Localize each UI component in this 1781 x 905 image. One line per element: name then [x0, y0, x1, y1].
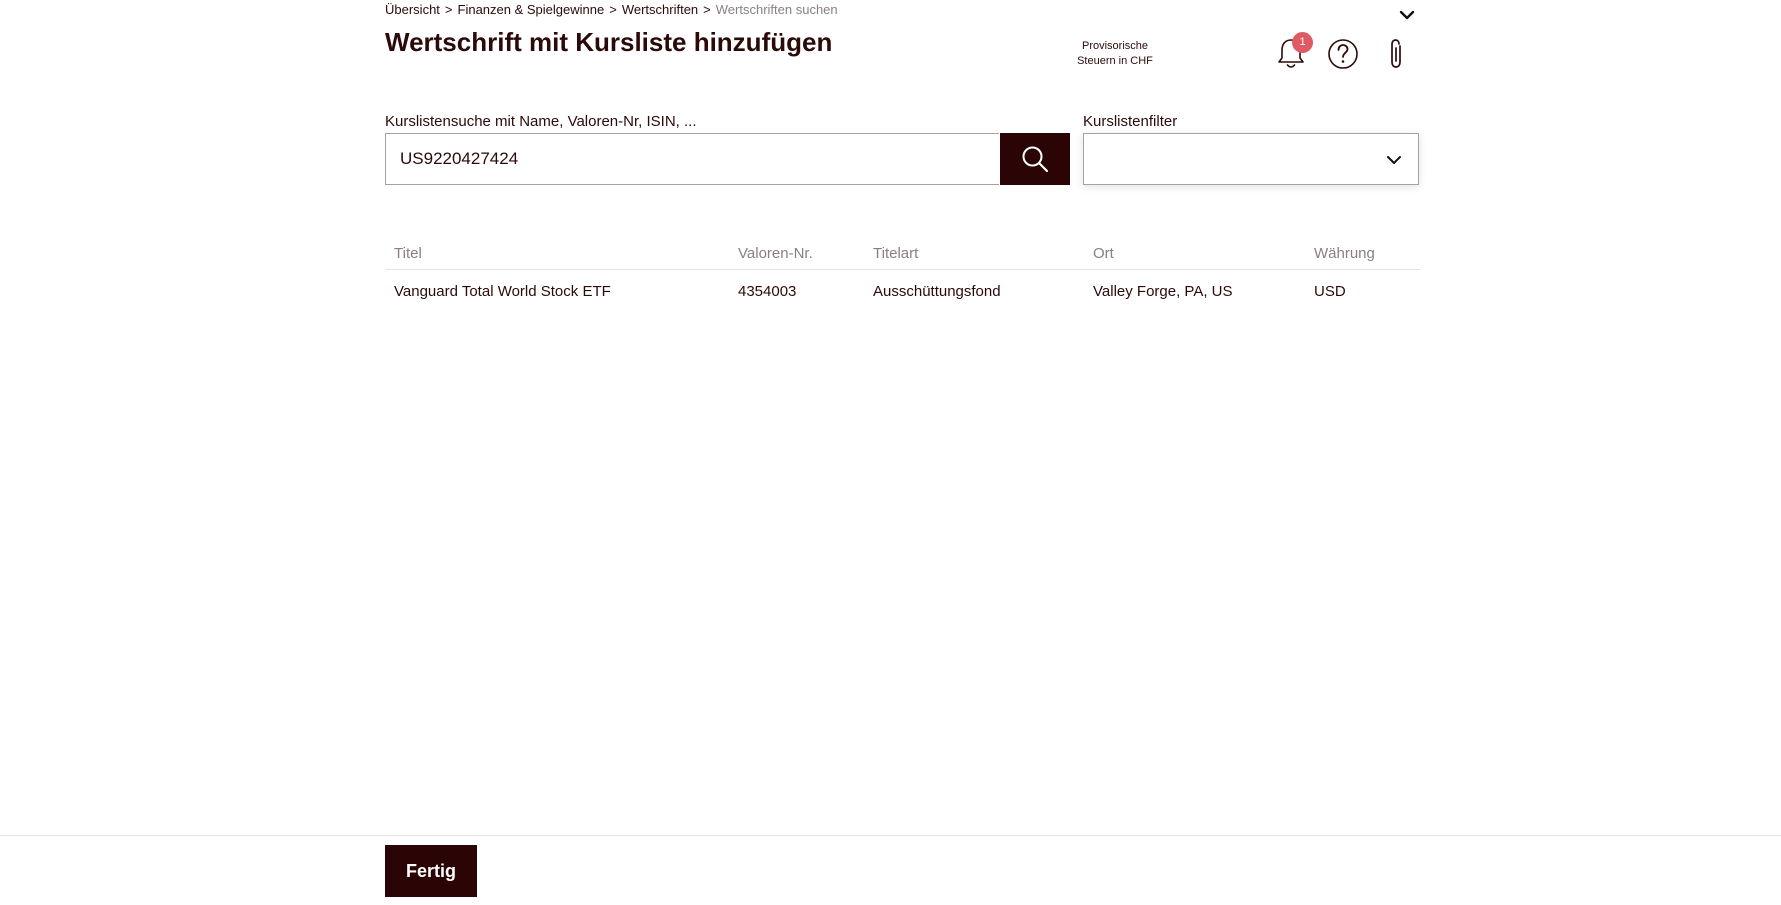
kursliste-filter-select[interactable] — [1083, 133, 1419, 185]
done-button[interactable]: Fertig — [385, 845, 477, 897]
paperclip-icon — [1391, 39, 1401, 68]
chevron-down-icon — [1387, 156, 1401, 164]
column-header-ort[interactable]: Ort — [1093, 245, 1114, 262]
provisional-tax-note[interactable]: Provisorische Steuern in CHF — [1060, 39, 1170, 69]
cell-waehrung: USD — [1314, 283, 1346, 300]
column-header-valoren-nr[interactable]: Valoren-Nr. — [738, 245, 813, 262]
tax-note-line2: Steuern in CHF — [1077, 55, 1153, 67]
cell-valoren-nr: 4354003 — [738, 283, 797, 300]
cell-titel: Vanguard Total World Stock ETF — [394, 283, 611, 300]
column-header-titel[interactable]: Titel — [394, 245, 422, 262]
help-button[interactable] — [1326, 36, 1360, 72]
breadcrumb-item-uebersicht[interactable]: Übersicht — [385, 2, 440, 17]
help-icon — [1328, 39, 1358, 69]
search-label: Kurslistensuche mit Name, Valoren-Nr, IS… — [385, 113, 697, 130]
attachments-button[interactable] — [1380, 36, 1414, 72]
filter-label: Kurslistenfilter — [1083, 113, 1178, 130]
search-button[interactable] — [1000, 133, 1070, 185]
breadcrumb-item-finanzen[interactable]: Finanzen & Spielgewinne — [458, 2, 605, 17]
breadcrumb-separator: > — [609, 2, 617, 17]
breadcrumb-item-wertschriften[interactable]: Wertschriften — [622, 2, 698, 17]
column-header-waehrung[interactable]: Währung — [1314, 245, 1375, 262]
notification-badge: 1 — [1292, 32, 1313, 53]
page-title: Wertschrift mit Kursliste hinzufügen — [385, 27, 833, 57]
breadcrumb-separator: > — [444, 2, 453, 17]
tax-note-line1: Provisorische — [1081, 40, 1149, 52]
cell-titelart: Ausschüttungsfond — [873, 283, 1001, 300]
search-input[interactable] — [385, 133, 999, 185]
breadcrumb: Übersicht > Finanzen & Spielgewinne > Wertsc… — [385, 2, 838, 17]
breadcrumb-separator: > — [703, 2, 711, 17]
cell-ort: Valley Forge, PA, US — [1093, 283, 1233, 300]
search-icon — [1022, 146, 1049, 173]
chevron-down-icon[interactable] — [1397, 5, 1417, 25]
footer-divider — [0, 835, 1781, 836]
column-header-titelart[interactable]: Titelart — [873, 245, 918, 262]
breadcrumb-current: Wertschriften suchen — [715, 2, 838, 17]
